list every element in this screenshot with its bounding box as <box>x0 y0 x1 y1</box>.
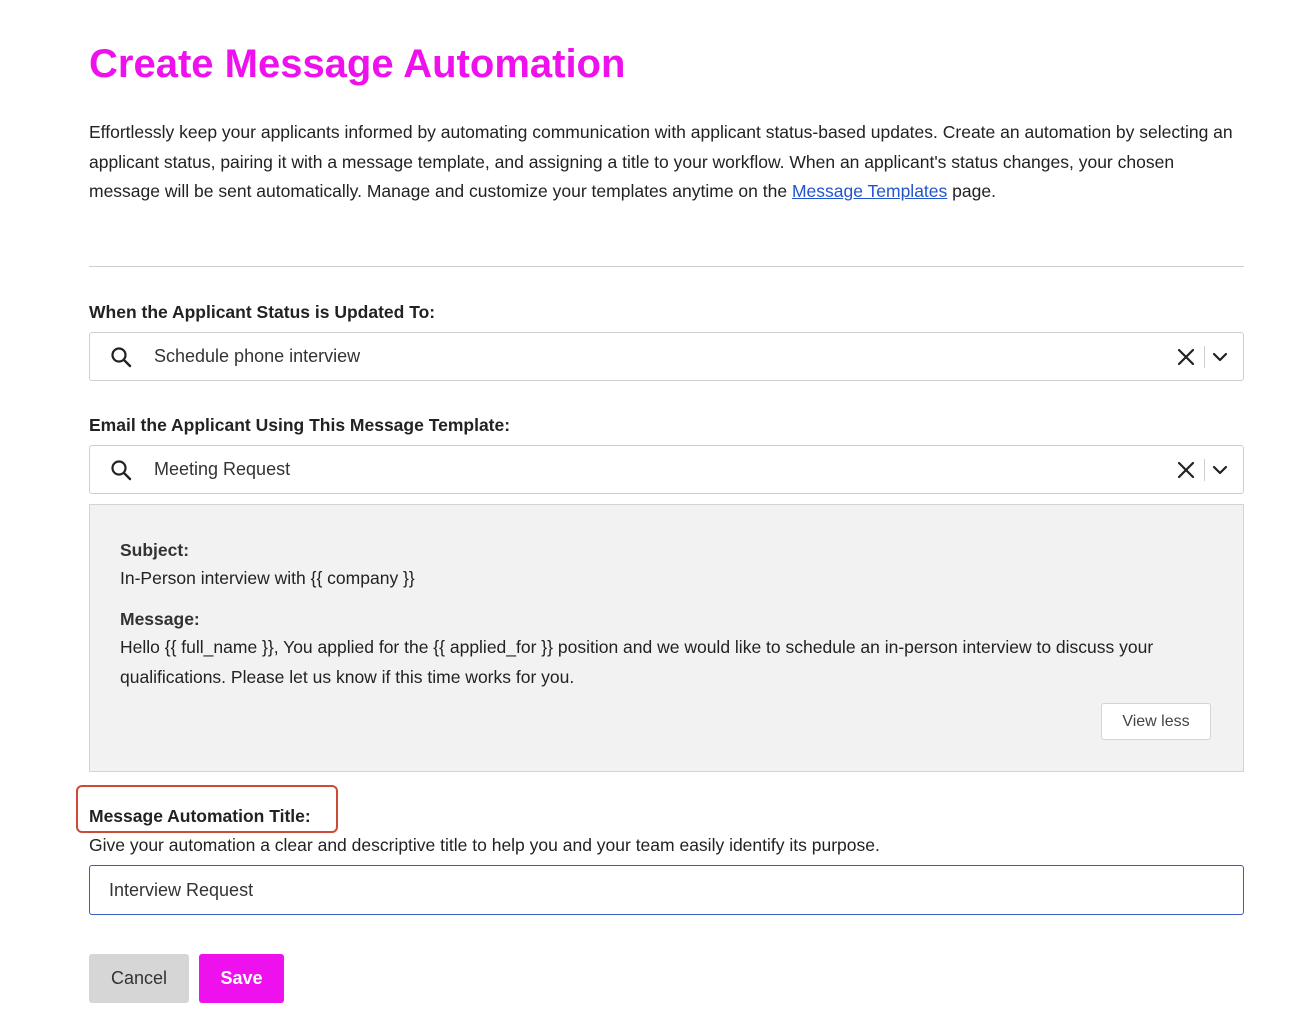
subject-label: Subject: <box>120 540 190 560</box>
title-field-label: Message Automation Title: <box>89 806 311 826</box>
template-select-value: Meeting Request <box>154 459 291 479</box>
chevron-down-icon[interactable] <box>1211 348 1229 366</box>
close-icon[interactable] <box>1176 460 1196 480</box>
subject-text: In-Person interview with {{ company }} <box>120 568 415 588</box>
search-icon <box>111 347 132 368</box>
chevron-down-icon[interactable] <box>1211 461 1229 479</box>
cancel-button[interactable]: Cancel <box>89 954 189 1003</box>
close-icon[interactable] <box>1176 347 1196 367</box>
template-preview-panel: Subject: In-Person interview with {{ com… <box>89 504 1244 772</box>
section-divider <box>89 266 1244 267</box>
message-templates-link[interactable]: Message Templates <box>792 181 947 201</box>
intro-text: Effortlessly keep your applicants inform… <box>89 122 1233 201</box>
intro-tail: page. <box>952 181 996 201</box>
template-select[interactable]: Meeting Request <box>89 445 1244 494</box>
intro-paragraph: Effortlessly keep your applicants inform… <box>89 118 1244 207</box>
status-select-value: Schedule phone interview <box>154 346 361 366</box>
title-help-text: Give your automation a clear and descrip… <box>89 835 880 855</box>
view-less-button[interactable]: View less <box>1101 703 1211 740</box>
status-field-label: When the Applicant Status is Updated To: <box>89 302 436 322</box>
select-separator <box>1204 459 1205 481</box>
save-button[interactable]: Save <box>199 954 284 1003</box>
search-icon <box>111 460 132 481</box>
status-select[interactable]: Schedule phone interview <box>89 332 1244 381</box>
select-separator <box>1204 346 1205 368</box>
automation-title-input[interactable] <box>89 865 1244 915</box>
page-title: Create Message Automation <box>89 42 626 86</box>
template-field-label: Email the Applicant Using This Message T… <box>89 415 511 435</box>
message-label: Message: <box>120 609 200 629</box>
message-text: Hello {{ full_name }}, You applied for t… <box>120 637 1154 687</box>
